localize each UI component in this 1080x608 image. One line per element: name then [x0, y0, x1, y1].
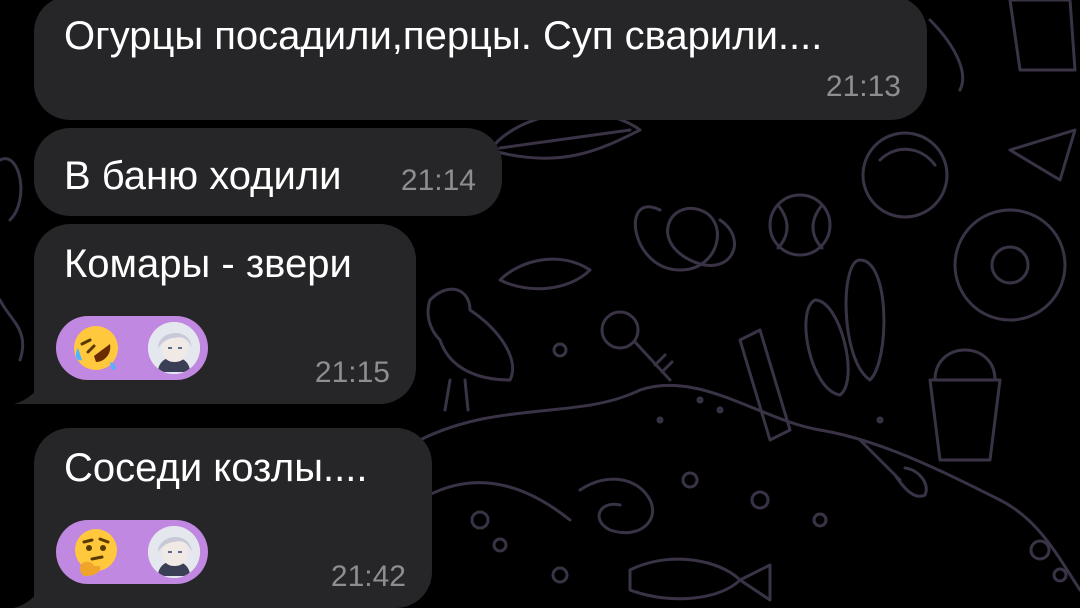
- rolling-on-floor-laughing-emoji-icon: [74, 326, 118, 370]
- bubble-tail: [14, 584, 44, 608]
- message-bubble[interactable]: В баню ходили 21:14: [34, 128, 502, 216]
- message-text: Огурцы посадили,перцы. Суп сварили....: [64, 14, 823, 58]
- message-bubble[interactable]: Огурцы посадили,перцы. Суп сварили.... 2…: [34, 0, 927, 120]
- reaction-chip[interactable]: [56, 316, 208, 380]
- reaction-chip[interactable]: [56, 520, 208, 584]
- message-time: 21:13: [825, 70, 901, 103]
- message-time: 21:14: [400, 164, 476, 197]
- message-text: Соседи козлы....: [64, 446, 368, 490]
- thinking-face-emoji-icon: [75, 529, 117, 576]
- avatar[interactable]: [148, 526, 200, 578]
- message-time: 21:15: [314, 356, 390, 389]
- message-time: 21:42: [330, 560, 406, 593]
- message-bubble[interactable]: Комары - звери 21:15: [34, 224, 416, 404]
- bubble-tail: [14, 380, 44, 404]
- message-bubble[interactable]: Соседи козлы.... 21:42: [34, 428, 432, 608]
- avatar[interactable]: [148, 322, 200, 374]
- message-text: Комары - звери: [64, 242, 352, 286]
